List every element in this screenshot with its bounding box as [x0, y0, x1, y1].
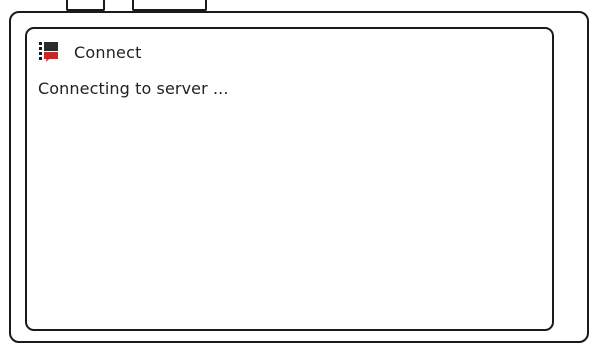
device-top-button-left — [66, 0, 105, 11]
status-message: Connecting to server ... — [38, 79, 229, 98]
connect-app-icon — [39, 42, 58, 62]
window-title: Connect — [74, 42, 142, 62]
device-frame: Connect Connecting to server ... — [0, 0, 593, 345]
title-bar: Connect — [38, 41, 142, 63]
screen: Connect Connecting to server ... — [25, 27, 554, 331]
device-top-button-right — [132, 0, 207, 11]
